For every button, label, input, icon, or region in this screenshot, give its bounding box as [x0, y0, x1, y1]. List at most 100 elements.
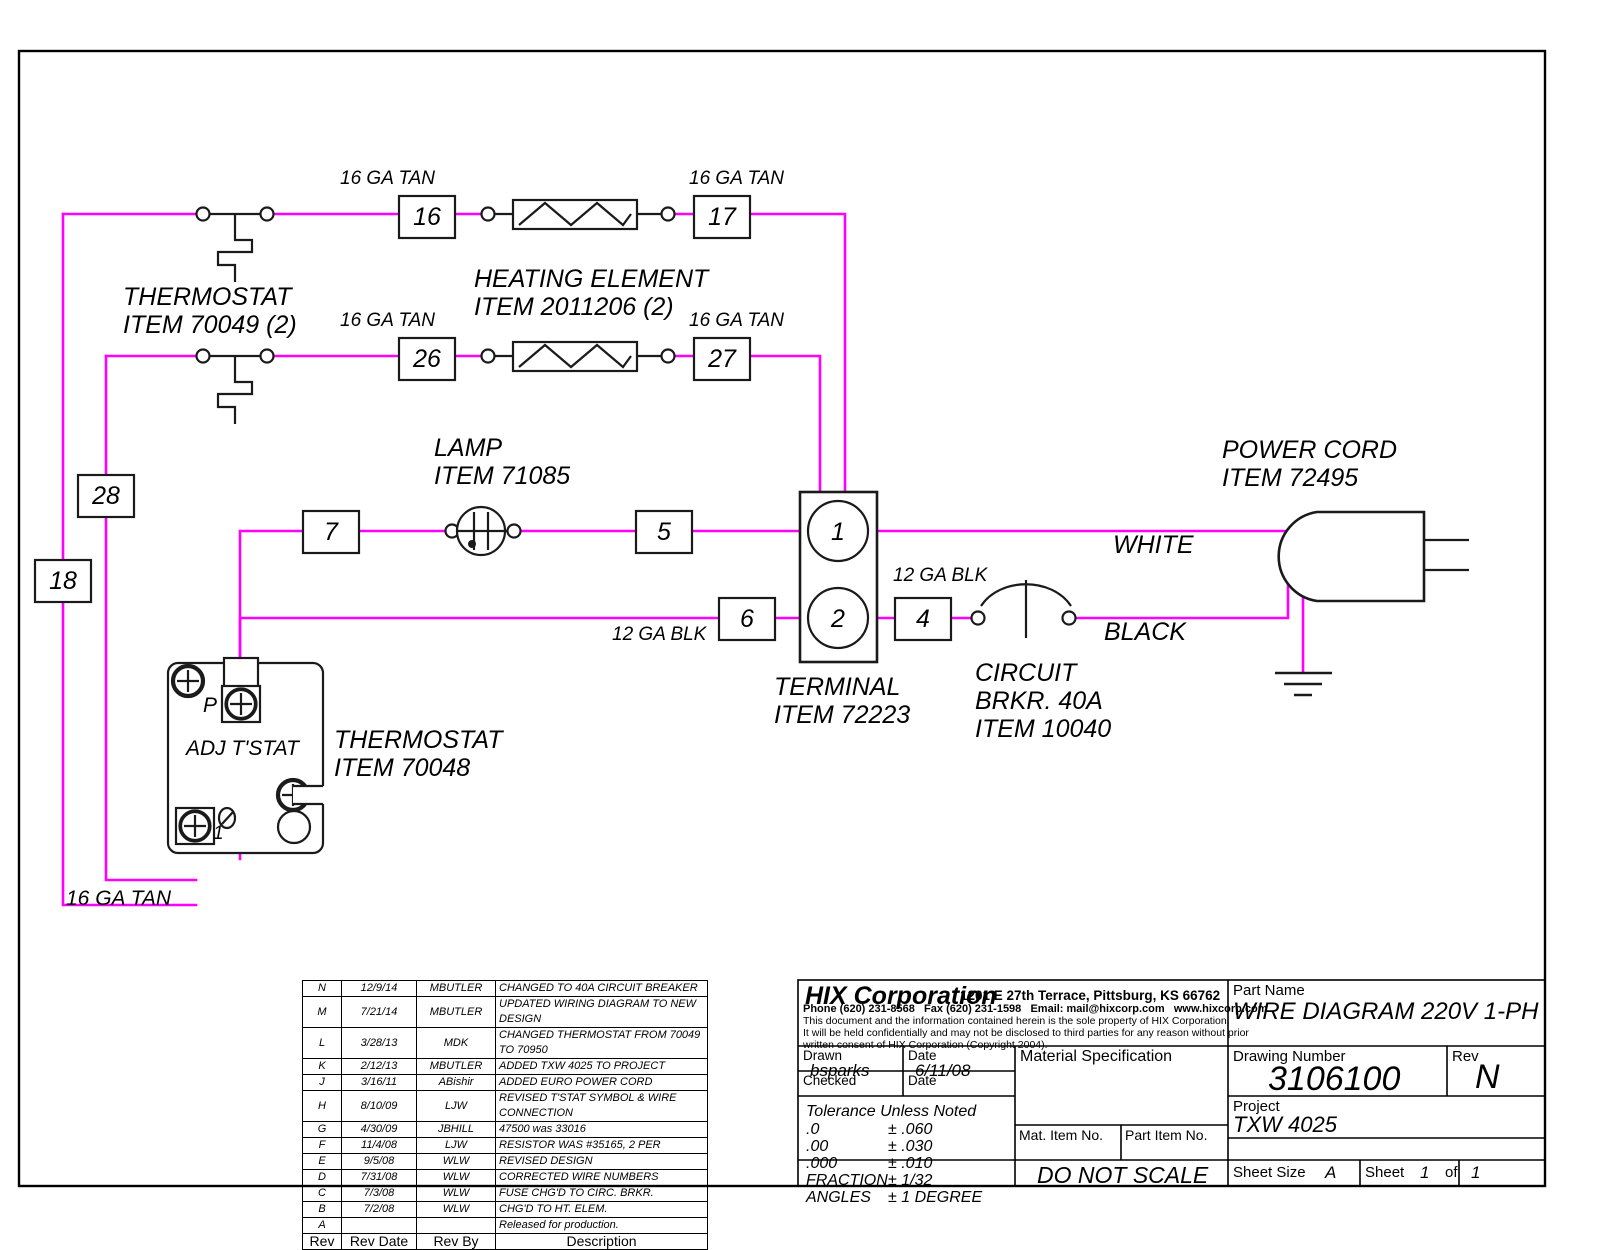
rev-date-cell: 3/28/13 [341, 1027, 417, 1059]
rev-cell: M [302, 996, 342, 1028]
part-name-label: Part Name [1233, 982, 1305, 999]
lamp-label-line1: LAMP [434, 434, 503, 462]
tolerance-value: ± 1/32 [888, 1172, 933, 1189]
rev-date-cell: 2/12/13 [341, 1058, 417, 1075]
rev-by-cell: MDK [416, 1027, 496, 1059]
rev-desc-cell: UPDATED WIRING DIAGRAM TO NEW DESIGN [495, 996, 708, 1028]
rev-desc-cell: 47500 was 33016 [495, 1121, 708, 1138]
drawing-sheet: 16 17 26 27 7 5 6 4 28 18 1 2 16 GA TAN … [0, 0, 1600, 1250]
wire-number-7: 7 [324, 518, 338, 546]
tolerance-key: .0 [806, 1121, 820, 1138]
part-item-label: Part Item No. [1125, 1127, 1208, 1143]
rev-desc-cell: ADDED EURO POWER CORD [495, 1074, 708, 1091]
lamp-symbol [444, 505, 522, 557]
tolerance-value: ± .030 [888, 1138, 933, 1155]
rev-desc-cell: CORRECTED WIRE NUMBERS [495, 1169, 708, 1186]
rev-date-cell: 3/16/11 [341, 1074, 417, 1091]
revision-header-rev: Rev [302, 1233, 342, 1250]
tolerance-value: ± 1 DEGREE [888, 1189, 983, 1206]
revision-row: F 11/4/08 LJW RESISTOR WAS #35165, 2 PER [302, 1137, 708, 1154]
wire-number-6: 6 [740, 605, 754, 633]
rev-by-cell: WLW [416, 1185, 496, 1202]
checked-label: Checked [803, 1073, 857, 1088]
revision-row: E 9/5/08 WLW REVISED DESIGN [302, 1153, 708, 1170]
rev-date-cell [341, 1217, 417, 1234]
rev-date-cell: 12/9/14 [341, 980, 417, 997]
rev-desc-cell: RESISTOR WAS #35165, 2 PER [495, 1137, 708, 1154]
circuit-breaker-symbol [970, 580, 1077, 638]
terminal-label-line1: TERMINAL [774, 673, 901, 701]
revision-row: B 7/2/08 WLW CHG'D TO HT. ELEM. [302, 1201, 708, 1218]
adj-tstat-terminal-1-label: 1 [213, 823, 224, 844]
do-not-scale-note: DO NOT SCALE [1037, 1162, 1209, 1188]
wire-number-26: 26 [413, 345, 441, 373]
revision-header-row: Rev Rev Date Rev By Description [302, 1233, 708, 1250]
thermostat-upper-label-line1: THERMOSTAT [123, 283, 292, 311]
rev-date-cell: 11/4/08 [341, 1137, 417, 1154]
wire-number-4: 4 [916, 605, 930, 633]
sheet-label: Sheet [1365, 1164, 1405, 1181]
rev-by-cell: JBHILL [416, 1121, 496, 1138]
rev-cell: N [302, 980, 342, 997]
rev-date-cell: 7/31/08 [341, 1169, 417, 1186]
rev-cell: F [302, 1137, 342, 1154]
revision-row: K 2/12/13 MBUTLER ADDED TXW 4025 TO PROJECT [302, 1058, 708, 1075]
lamp-label-line2: ITEM 71085 [434, 462, 571, 490]
tolerance-title: Tolerance Unless Noted [806, 1103, 977, 1120]
revision-row: N 12/9/14 MBUTLER CHANGED TO 40A CIRCUIT BR… [302, 980, 708, 997]
conductor-label-black: BLACK [1104, 618, 1186, 646]
gauge-label-bottom-tan: 16 GA TAN [66, 887, 172, 910]
power-plug-symbol [1277, 510, 1469, 603]
revision-row: A Released for production. [302, 1217, 708, 1234]
rev-date-cell: 7/3/08 [341, 1185, 417, 1202]
heating-element-lower-symbol [480, 340, 676, 373]
legal-line-2: It will be held confidentially and may n… [803, 1027, 1249, 1039]
rev-by-cell: MBUTLER [416, 996, 496, 1028]
tolerance-value: ± .060 [888, 1121, 933, 1138]
rev-cell: J [302, 1074, 342, 1091]
revision-row: M 7/21/14 MBUTLER UPDATED WIRING DIAGRAM TO… [302, 996, 708, 1028]
tolerance-value: ± .010 [888, 1155, 933, 1172]
rev-by-cell: MBUTLER [416, 1058, 496, 1075]
heating-element-upper-symbol [480, 198, 676, 231]
wire-number-16: 16 [413, 203, 441, 231]
rev-cell: A [302, 1217, 342, 1234]
thermostat-upper-symbol [195, 206, 275, 282]
rev-date-cell: 9/5/08 [341, 1153, 417, 1170]
gauge-label-top-left: 16 GA TAN [340, 168, 436, 189]
rev-desc-cell: REVISED DESIGN [495, 1153, 708, 1170]
revision-table: N 12/9/14 MBUTLER CHANGED TO 40A CIRCUIT BR… [302, 980, 708, 1250]
thermostat-upper-label-line2: ITEM 70049 (2) [123, 311, 297, 339]
wire-number-5: 5 [657, 518, 671, 546]
material-spec-label: Material Specification [1020, 1048, 1173, 1065]
sheet-total: 1 [1471, 1163, 1481, 1182]
rev-date-cell: 7/21/14 [341, 996, 417, 1028]
mat-item-label: Mat. Item No. [1019, 1127, 1104, 1143]
conductor-label-white: WHITE [1113, 531, 1194, 559]
wire-number-17: 17 [708, 203, 736, 231]
revision-header-description: Description [495, 1233, 708, 1250]
revision-row: J 3/16/11 ABishir ADDED EURO POWER CORD [302, 1074, 708, 1091]
drawing-number-value: 3106100 [1268, 1060, 1401, 1098]
terminal-pin-2: 2 [831, 605, 845, 633]
wiring-diagram-canvas [17, 49, 1547, 1188]
rev-value: N [1475, 1058, 1500, 1096]
wire-17-to-terminal1 [748, 212, 847, 494]
tolerance-key: ANGLES [806, 1189, 871, 1206]
gauge-label-mid-left: 16 GA TAN [340, 310, 436, 331]
rev-desc-cell: CHANGED THERMOSTAT FROM 70049 TO 70950 [495, 1027, 708, 1059]
sheet-size-value: A [1325, 1163, 1337, 1182]
legal-line-1: This document and the information contai… [803, 1015, 1230, 1027]
terminal-pin-1: 1 [831, 518, 845, 546]
gauge-label-mid-right: 16 GA TAN [689, 310, 785, 331]
revision-row: L 3/28/13 MDK CHANGED THERMOSTAT FROM 70049… [302, 1027, 708, 1059]
rev-desc-cell: Released for production. [495, 1217, 708, 1234]
rev-cell: C [302, 1185, 342, 1202]
rev-cell: H [302, 1090, 342, 1122]
rev-cell: K [302, 1058, 342, 1075]
rev-cell: E [302, 1153, 342, 1170]
rev-cell: B [302, 1201, 342, 1218]
adj-thermostat-label-line1: THERMOSTAT [334, 726, 503, 754]
adj-tstat-body-label: ADJ T'STAT [186, 737, 299, 760]
tolerance-key: FRACTION [806, 1172, 888, 1189]
